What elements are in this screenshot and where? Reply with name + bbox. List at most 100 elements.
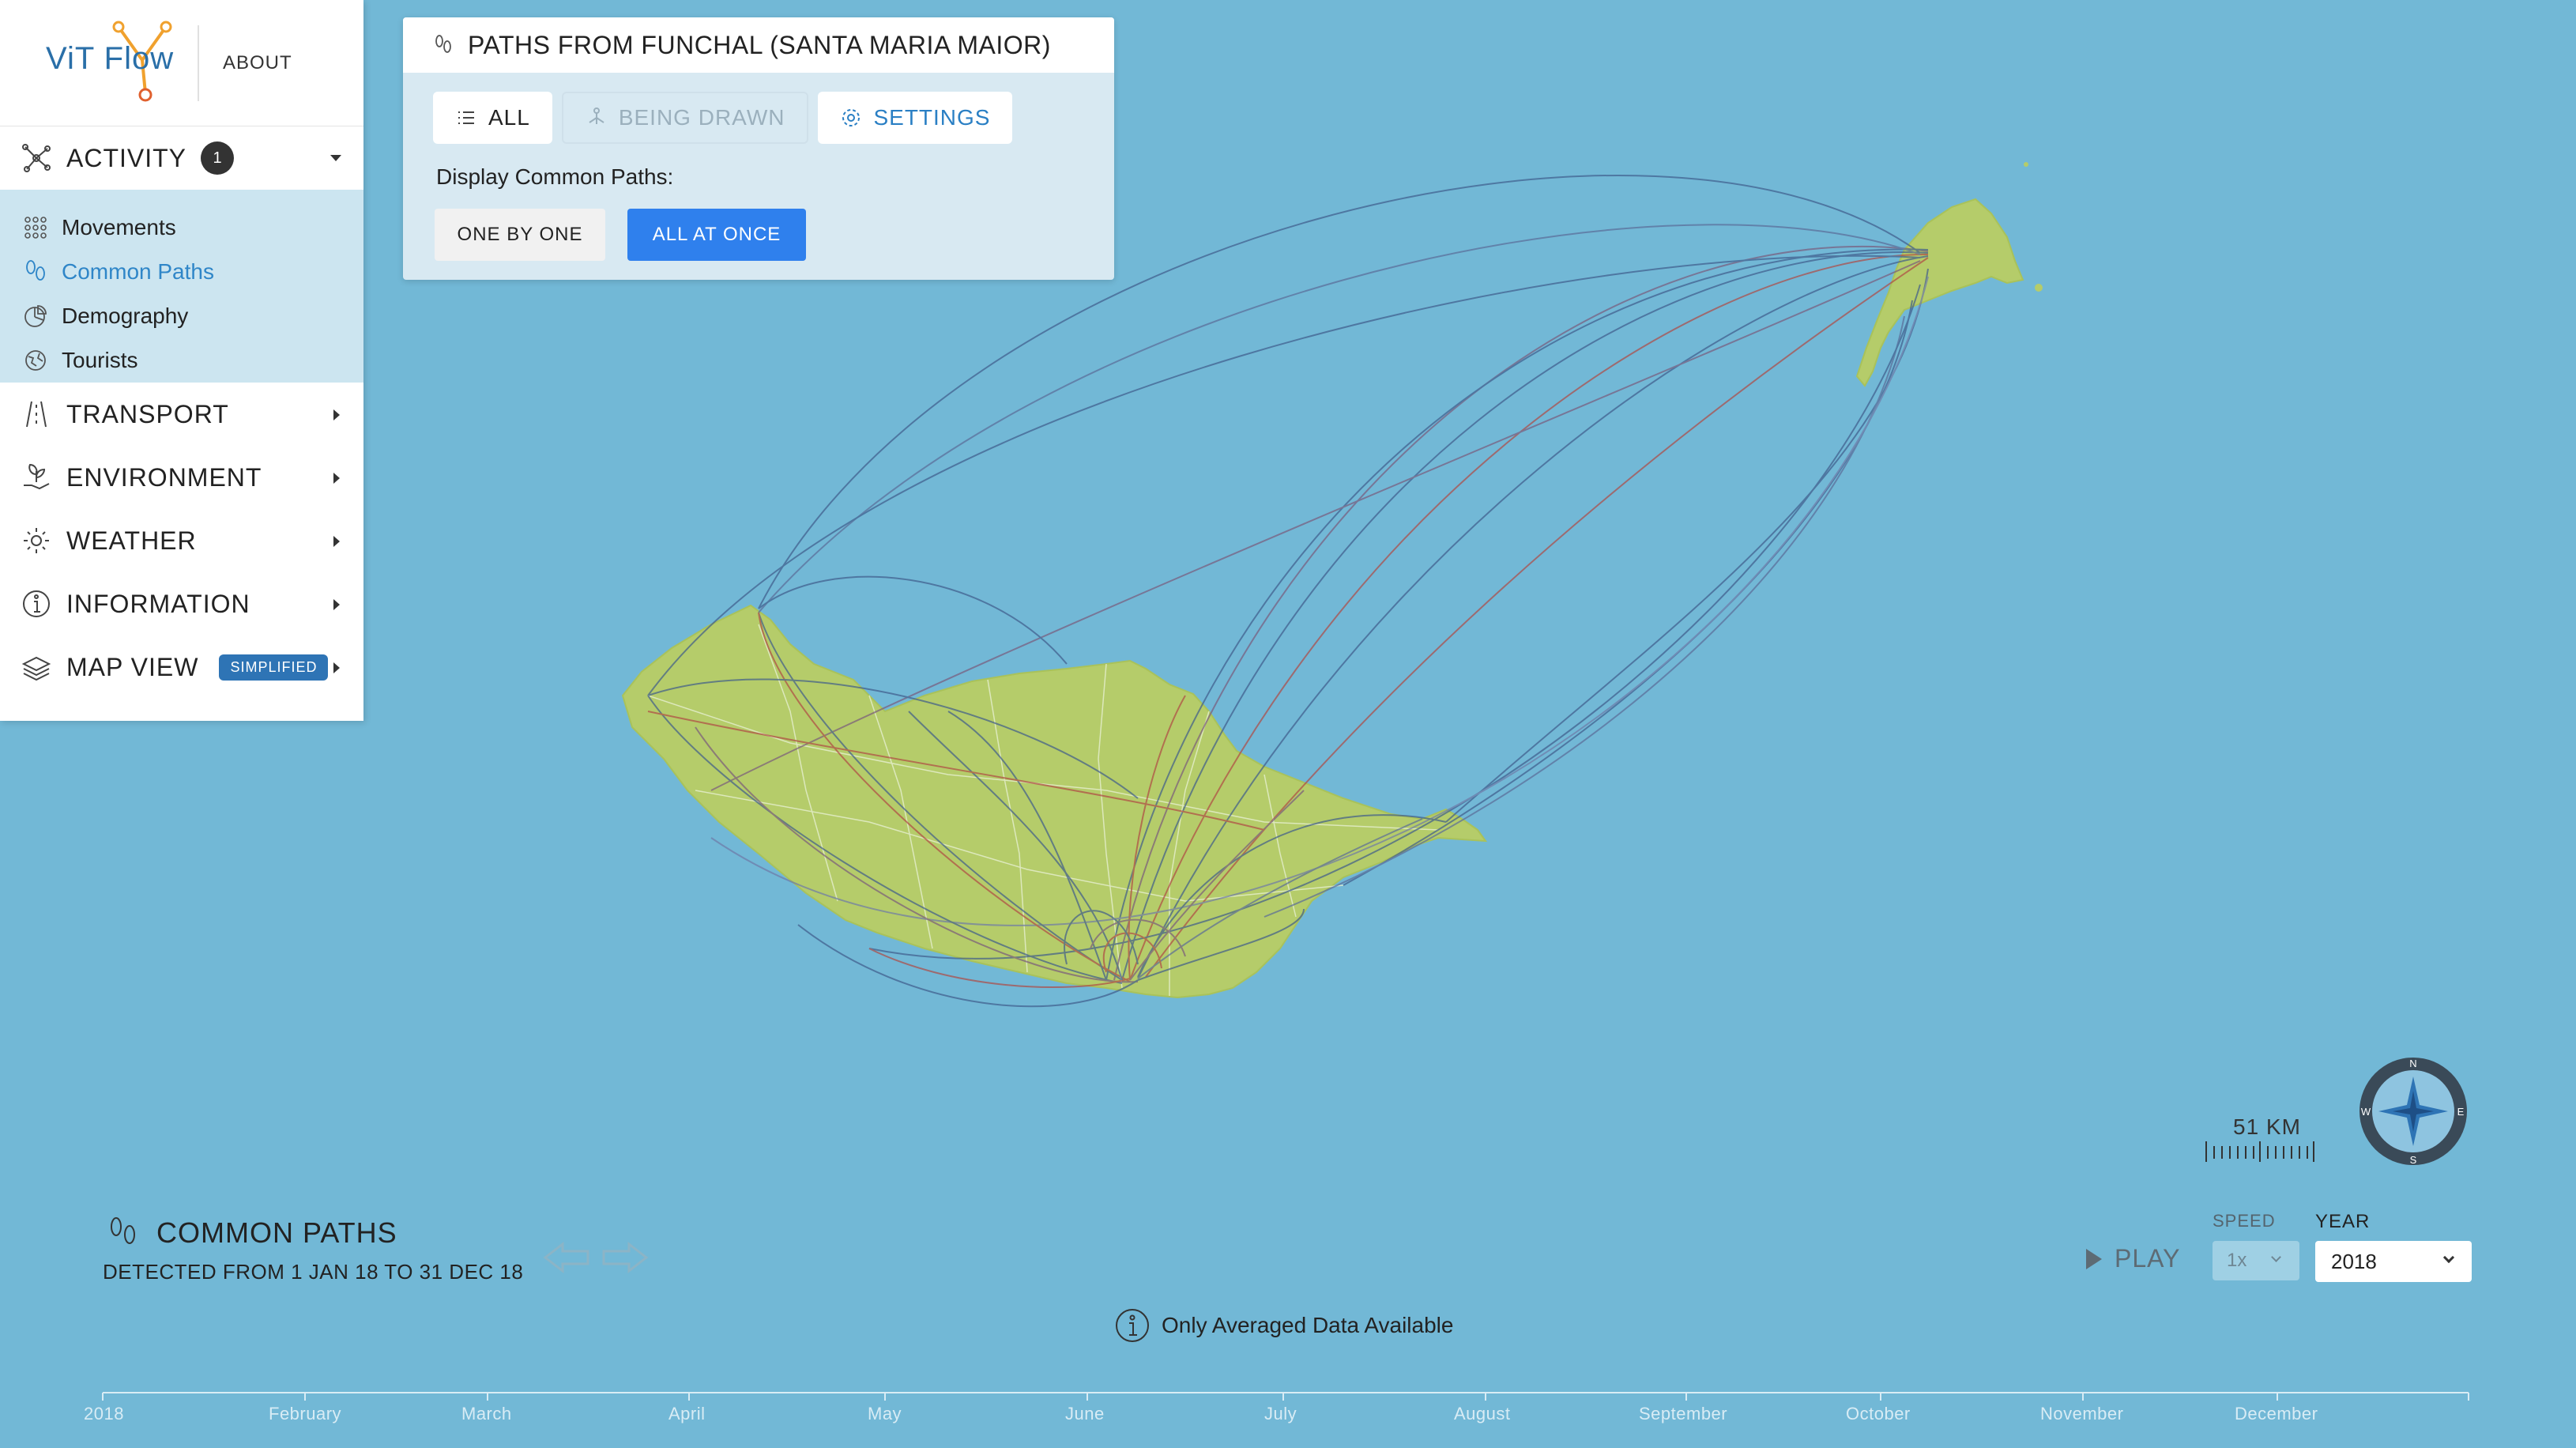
- year-value: 2018: [2331, 1250, 2377, 1273]
- footsteps-icon: [435, 35, 451, 53]
- sub-item-tourists[interactable]: Tourists: [0, 338, 363, 383]
- sub-item-movements[interactable]: Movements: [0, 206, 363, 250]
- timeline-month-label: September: [1639, 1404, 1728, 1423]
- chevron-right-icon: [333, 536, 340, 547]
- app-logo[interactable]: ViT Flow: [0, 0, 198, 126]
- compass-n: N: [2409, 1058, 2416, 1069]
- menu-information[interactable]: INFORMATION: [0, 572, 363, 635]
- compass-e: E: [2457, 1106, 2465, 1118]
- compass-s: S: [2410, 1154, 2417, 1166]
- chevron-down-icon: [2442, 1251, 2455, 1264]
- grid-dots-icon: [24, 217, 47, 239]
- year-select[interactable]: 2018: [2315, 1241, 2472, 1282]
- play-label: PLAY: [2115, 1244, 2181, 1273]
- logo-text: ViT Flow: [46, 40, 175, 76]
- sun-icon: [24, 528, 49, 553]
- menu-weather[interactable]: WEATHER: [0, 509, 363, 572]
- menu-map-view-label: MAP VIEW: [66, 652, 199, 681]
- menu-environment[interactable]: ENVIRONMENT: [0, 446, 363, 509]
- about-link[interactable]: ABOUT: [223, 52, 292, 74]
- activity-badge: 1: [201, 141, 235, 175]
- menu-activity[interactable]: ACTIVITY 1: [0, 126, 363, 190]
- globe-icon: [25, 350, 46, 371]
- divider: [198, 25, 199, 101]
- gear-icon: [842, 109, 861, 126]
- prev-next-arrows: [543, 1241, 649, 1274]
- paths-panel: PATHS FROM FUNCHAL (SANTA MARIA MAIOR) A…: [403, 17, 1114, 280]
- menu-map-view[interactable]: MAP VIEW SIMPLIFIED: [0, 635, 363, 699]
- info-icon: [23, 590, 50, 617]
- timeline-month-label: July: [1264, 1404, 1297, 1423]
- timeline-month-label: August: [1454, 1404, 1511, 1423]
- timeline-month-label: November: [2040, 1404, 2124, 1423]
- pie-chart-icon: [24, 305, 47, 327]
- menu-environment-label: ENVIRONMENT: [66, 462, 262, 492]
- sub-item-label: Common Paths: [62, 259, 214, 284]
- sub-item-label: Movements: [62, 215, 176, 239]
- tab-settings[interactable]: SETTINGS: [818, 92, 1013, 144]
- sub-item-label: Demography: [62, 304, 189, 328]
- sub-item-label: Tourists: [62, 348, 138, 372]
- common-paths-heading: COMMON PATHS: [106, 1216, 397, 1250]
- compass-icon[interactable]: N S E W: [2358, 1056, 2469, 1167]
- timeline-month-label: June: [1065, 1404, 1105, 1423]
- one-by-one-button[interactable]: ONE BY ONE: [435, 209, 605, 261]
- compass-w: W: [2361, 1106, 2371, 1118]
- play-icon: [2086, 1248, 2102, 1269]
- info-note-text: Only Averaged Data Available: [1162, 1313, 1454, 1337]
- chevron-right-icon: [333, 473, 340, 484]
- sidebar: ViT Flow ABOUT ACTIVITY 1 Movements Comm…: [0, 0, 363, 721]
- sub-item-demography[interactable]: Demography: [0, 294, 363, 338]
- footsteps-icon: [111, 1217, 135, 1244]
- menu-weather-label: WEATHER: [66, 526, 197, 555]
- panel-tabs: ALL BEING DRAWN SETTINGS: [403, 73, 1114, 144]
- chevron-down-icon: [2271, 1252, 2281, 1262]
- tab-all-label: ALL: [488, 105, 530, 130]
- timeline-month-label: March: [461, 1404, 512, 1423]
- tree-icon: [589, 107, 604, 124]
- chevron-right-icon: [333, 662, 340, 673]
- arrow-right-icon[interactable]: [602, 1241, 649, 1274]
- madeira-island: [621, 604, 1488, 999]
- timeline-month-label: December: [2235, 1404, 2318, 1423]
- menu-activity-label: ACTIVITY: [66, 143, 187, 172]
- simplified-badge: SIMPLIFIED: [219, 654, 329, 681]
- footsteps-icon: [26, 260, 45, 281]
- all-at-once-button[interactable]: ALL AT ONCE: [627, 209, 806, 261]
- arrow-left-icon[interactable]: [543, 1241, 589, 1274]
- play-button[interactable]: PLAY: [2086, 1244, 2180, 1273]
- speed-select[interactable]: 1x: [2213, 1241, 2299, 1280]
- timeline-month-label: February: [269, 1404, 342, 1423]
- network-icon: [22, 144, 51, 172]
- layers-icon: [21, 656, 51, 681]
- porto-santo-island: [1855, 198, 2024, 387]
- sidebar-header: ViT Flow ABOUT: [0, 0, 363, 126]
- panel-title: PATHS FROM FUNCHAL (SANTA MARIA MAIOR): [468, 30, 1051, 59]
- panel-header: PATHS FROM FUNCHAL (SANTA MARIA MAIOR): [403, 17, 1114, 73]
- speed-value: 1x: [2227, 1250, 2247, 1271]
- speed-label: SPEED: [2213, 1211, 2276, 1231]
- road-icon: [26, 401, 47, 428]
- menu-information-label: INFORMATION: [66, 589, 250, 618]
- common-paths-title: COMMON PATHS: [156, 1216, 397, 1249]
- scale-bar: [2205, 1141, 2314, 1162]
- info-icon: [1116, 1309, 1149, 1342]
- tab-all[interactable]: ALL: [433, 92, 552, 144]
- chevron-right-icon: [333, 409, 340, 420]
- timeline-month-label: 2018: [84, 1404, 124, 1423]
- sub-item-common-paths[interactable]: Common Paths: [0, 250, 363, 294]
- tab-settings-label: SETTINGS: [873, 105, 991, 130]
- year-label: YEAR: [2315, 1211, 2371, 1232]
- menu-transport-label: TRANSPORT: [66, 399, 229, 428]
- display-common-paths-label: Display Common Paths:: [436, 164, 674, 189]
- scale-label: 51 KM: [2233, 1114, 2301, 1139]
- timeline-month-label: May: [868, 1404, 902, 1423]
- tab-being-drawn-label: BEING DRAWN: [618, 105, 785, 130]
- tab-being-drawn[interactable]: BEING DRAWN: [561, 92, 809, 144]
- chevron-down-icon: [330, 155, 341, 161]
- plant-hand-icon: [24, 463, 50, 490]
- timeline-month-label: April: [668, 1404, 706, 1423]
- chevron-right-icon: [333, 599, 340, 610]
- menu-transport[interactable]: TRANSPORT: [0, 383, 363, 446]
- timeline-month-label: October: [1846, 1404, 1911, 1423]
